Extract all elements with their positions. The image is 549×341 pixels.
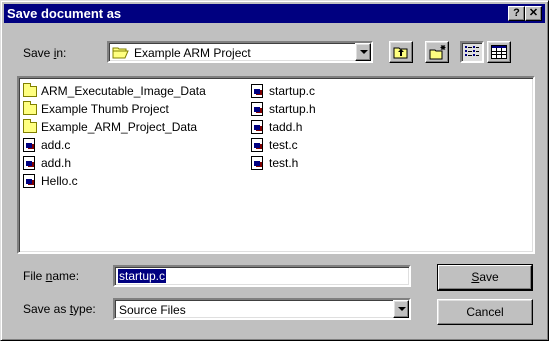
close-button[interactable]: ✕ bbox=[525, 6, 542, 21]
file-list-item[interactable]: add.c bbox=[21, 136, 70, 154]
source-file-icon bbox=[251, 84, 263, 98]
file-name-label: File name: bbox=[23, 269, 80, 283]
file-list-item[interactable]: test.h bbox=[249, 154, 298, 172]
list-view-button[interactable] bbox=[460, 41, 484, 63]
file-name-label: ARM_Executable_Image_Data bbox=[41, 84, 206, 98]
save-button[interactable]: Save bbox=[437, 264, 533, 291]
save-in-label: Save in: bbox=[23, 46, 67, 60]
new-folder-icon bbox=[429, 44, 447, 63]
save-as-type-label: Save as type: bbox=[23, 302, 96, 316]
save-in-value: Example ARM Project bbox=[134, 46, 251, 60]
file-list-item[interactable]: tadd.h bbox=[249, 118, 302, 136]
file-name-label: startup.c bbox=[269, 84, 316, 98]
save-in-dropdown-button[interactable] bbox=[355, 43, 371, 61]
help-icon: ? bbox=[513, 7, 520, 19]
file-name-label: startup.h bbox=[269, 102, 316, 116]
file-name-label: tadd.h bbox=[269, 120, 303, 134]
source-file-icon bbox=[251, 102, 263, 116]
source-file-icon bbox=[251, 120, 263, 134]
folder-list-item[interactable]: Example_ARM_Project_Data bbox=[21, 118, 197, 136]
save-document-dialog: Save document as ? ✕ Save in: Example AR… bbox=[0, 0, 549, 341]
source-file-icon bbox=[251, 138, 263, 152]
up-one-level-button[interactable] bbox=[389, 41, 413, 63]
file-name-label: Hello.c bbox=[41, 174, 78, 188]
file-name-label: Example Thumb Project bbox=[41, 102, 169, 116]
title-bar: Save document as ? ✕ bbox=[4, 4, 545, 23]
source-file-icon bbox=[23, 138, 35, 152]
file-list-item[interactable]: startup.h bbox=[249, 100, 316, 118]
chevron-down-icon bbox=[398, 307, 406, 311]
save-as-type-dropdown[interactable]: Source Files bbox=[113, 298, 411, 320]
create-new-folder-button[interactable] bbox=[425, 41, 449, 63]
file-list-item[interactable]: test.c bbox=[249, 136, 298, 154]
save-as-type-value: Source Files bbox=[119, 303, 186, 317]
file-name-label: test.h bbox=[269, 156, 299, 170]
details-view-button[interactable] bbox=[487, 41, 511, 63]
help-button[interactable]: ? bbox=[508, 6, 525, 21]
file-name-label: test.c bbox=[269, 138, 298, 152]
file-name-label: add.h bbox=[41, 156, 72, 170]
folder-list-item[interactable]: Example Thumb Project bbox=[21, 100, 169, 118]
file-name-label: Example_ARM_Project_Data bbox=[41, 120, 198, 134]
source-file-icon bbox=[23, 174, 35, 188]
folder-list-item[interactable]: ARM_Executable_Image_Data bbox=[21, 82, 206, 100]
file-list-item[interactable]: startup.c bbox=[249, 82, 315, 100]
folder-icon bbox=[23, 101, 37, 115]
folder-icon bbox=[23, 119, 37, 133]
file-name-input[interactable]: startup.c bbox=[113, 265, 411, 287]
file-list-item[interactable]: add.h bbox=[21, 154, 71, 172]
save-as-type-dropdown-button[interactable] bbox=[393, 300, 409, 318]
save-button-label: ave bbox=[479, 270, 499, 284]
open-folder-icon bbox=[112, 46, 130, 59]
cancel-button-label: Cancel bbox=[466, 305, 504, 319]
source-file-icon bbox=[23, 156, 35, 170]
file-list-item[interactable]: Hello.c bbox=[21, 172, 78, 190]
file-name-value: startup.c bbox=[116, 268, 168, 284]
source-file-icon bbox=[251, 156, 263, 170]
details-view-icon bbox=[491, 45, 507, 62]
cancel-button[interactable]: Cancel bbox=[437, 299, 533, 325]
up-folder-icon bbox=[393, 45, 410, 62]
dialog-title: Save document as bbox=[7, 6, 122, 21]
file-list[interactable]: ARM_Executable_Image_Data Example Thumb P… bbox=[17, 76, 535, 254]
chevron-down-icon bbox=[360, 50, 368, 54]
file-name-label: add.c bbox=[41, 138, 71, 152]
list-view-icon bbox=[464, 45, 480, 62]
close-icon: ✕ bbox=[528, 7, 539, 19]
save-in-dropdown[interactable]: Example ARM Project bbox=[107, 41, 373, 63]
folder-icon bbox=[23, 83, 37, 97]
